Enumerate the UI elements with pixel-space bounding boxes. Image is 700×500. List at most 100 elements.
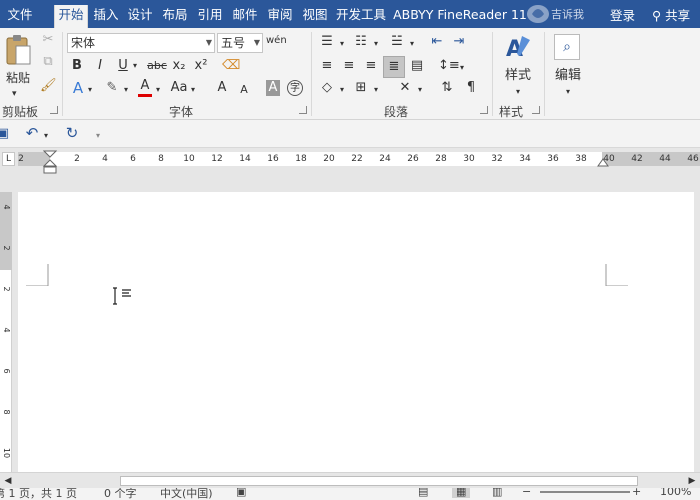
language-indicator[interactable]: 中文(中国) — [160, 488, 213, 500]
change-case-button[interactable]: Aa — [170, 80, 188, 96]
font-color-icon[interactable]: A — [138, 78, 152, 97]
scroll-left-icon[interactable]: ◀ — [2, 473, 14, 489]
share-button[interactable]: ⚲ 共享 — [652, 5, 690, 24]
zoom-level[interactable]: 100% — [660, 488, 691, 498]
document-page[interactable] — [18, 192, 694, 472]
scrollbar-thumb[interactable] — [120, 476, 638, 486]
zoom-in-icon[interactable]: + — [632, 488, 641, 498]
show-marks-icon[interactable]: ¶ — [462, 80, 480, 96]
chevron-down-icon[interactable]: ▾ — [42, 128, 50, 144]
line-spacing-icon[interactable]: ↕≡ — [438, 58, 460, 74]
borders-icon[interactable]: ⊞ — [352, 80, 370, 96]
chevron-down-icon[interactable]: ▾ — [458, 60, 466, 76]
styles-icon[interactable]: A — [504, 32, 532, 66]
macro-icon[interactable]: ▣ — [236, 488, 246, 498]
undo-icon[interactable]: ↶ — [24, 125, 40, 141]
right-indent-marker[interactable] — [597, 158, 609, 168]
shrink-font-button[interactable]: A — [238, 82, 250, 98]
divider — [62, 32, 63, 116]
sort-icon[interactable]: ⇅ — [438, 80, 456, 96]
zoom-out-icon[interactable]: − — [522, 488, 531, 498]
search-icon[interactable]: ⌕ — [554, 34, 580, 60]
tab-file[interactable]: 文件 — [4, 5, 36, 28]
enclose-character-button[interactable]: 字 — [287, 80, 303, 96]
justify-icon[interactable]: ≣ — [383, 56, 405, 78]
word-count[interactable]: 0 个字 — [104, 488, 137, 500]
chevron-down-icon[interactable]: ▾ — [154, 82, 162, 98]
font-launcher-icon[interactable] — [299, 106, 307, 114]
vertical-ruler[interactable]: 4224681012 — [0, 192, 12, 499]
italic-button[interactable]: I — [93, 58, 107, 74]
cut-icon[interactable]: ✂ — [40, 32, 56, 48]
phonetic-guide-icon[interactable]: wén — [266, 33, 287, 49]
distributed-icon[interactable]: ▤ — [408, 58, 426, 74]
format-painter-icon[interactable]: 🖌 — [40, 78, 57, 94]
tab-design[interactable]: 设计 — [124, 5, 156, 28]
multilevel-list-icon[interactable]: ☱ — [388, 34, 406, 50]
chevron-down-icon[interactable]: ▾ — [338, 36, 346, 52]
decrease-indent-icon[interactable]: ⇤ — [428, 34, 446, 50]
tab-insert[interactable]: 插入 — [90, 5, 122, 28]
clear-formatting-icon[interactable]: ⌫ — [222, 58, 240, 74]
tab-home[interactable]: 开始 — [54, 5, 88, 28]
scroll-right-icon[interactable]: ▶ — [686, 473, 698, 489]
highlight-icon[interactable]: ✎ — [104, 80, 120, 96]
character-shading-button[interactable]: A — [266, 80, 280, 96]
chevron-down-icon[interactable]: ▾ — [408, 36, 416, 52]
read-mode-icon[interactable]: ▤ — [418, 488, 428, 498]
print-layout-icon[interactable]: ▦ — [452, 488, 471, 498]
underline-button[interactable]: U — [116, 58, 130, 74]
web-layout-icon[interactable]: ▥ — [492, 488, 502, 498]
chevron-down-icon[interactable]: ▾ — [416, 82, 424, 98]
text-effects-icon[interactable]: A — [70, 80, 86, 96]
align-center-icon[interactable]: ≡ — [340, 58, 358, 74]
chevron-down-icon[interactable]: ▾ — [189, 82, 197, 98]
bold-button[interactable]: B — [70, 58, 84, 74]
align-right-icon[interactable]: ≡ — [362, 58, 380, 74]
chevron-down-icon[interactable]: ▾ — [514, 84, 522, 100]
superscript-button[interactable]: x² — [193, 58, 209, 74]
paragraph-launcher-icon[interactable] — [480, 106, 488, 114]
strikethrough-button[interactable]: abc — [146, 58, 168, 74]
numbering-icon[interactable]: ☷ — [352, 34, 370, 50]
shading-icon[interactable]: ◇ — [318, 80, 336, 96]
repeat-icon[interactable]: ↻ — [64, 125, 80, 141]
styles-launcher-icon[interactable] — [532, 106, 540, 114]
align-left-icon[interactable]: ≡ — [318, 58, 336, 74]
paste-button[interactable]: 粘贴 — [4, 70, 32, 86]
tab-references[interactable]: 引用 — [194, 5, 226, 28]
editing-button[interactable]: 编辑 — [552, 68, 584, 84]
tab-mailings[interactable]: 邮件 — [229, 5, 261, 28]
login-link[interactable]: 登录 — [610, 5, 635, 24]
chevron-down-icon[interactable]: ▾ — [564, 84, 572, 100]
tab-view[interactable]: 视图 — [299, 5, 331, 28]
bullets-icon[interactable]: ☰ — [318, 34, 336, 50]
horizontal-scrollbar[interactable]: ◀ ▶ — [0, 472, 700, 488]
chevron-down-icon[interactable]: ▾ — [122, 82, 130, 98]
indent-marker[interactable] — [43, 150, 57, 176]
styles-button[interactable]: 样式 — [502, 68, 534, 84]
font-name-combobox[interactable]: 宋体 ▼ — [67, 33, 215, 53]
tab-abbyy[interactable]: ABBYY FineReader 11 — [392, 5, 528, 28]
tab-review[interactable]: 审阅 — [264, 5, 296, 28]
chinese-layout-icon[interactable]: ✕ — [396, 80, 414, 96]
chevron-down-icon[interactable]: ▾ — [372, 82, 380, 98]
font-size-combobox[interactable]: 五号 ▼ — [217, 33, 263, 53]
paste-icon[interactable] — [4, 32, 32, 68]
clipboard-launcher-icon[interactable] — [50, 106, 58, 114]
chevron-down-icon[interactable]: ▾ — [86, 82, 94, 98]
tab-developer[interactable]: 开发工具 — [333, 5, 389, 28]
copy-icon[interactable]: ⧉ — [40, 54, 56, 70]
grow-font-button[interactable]: A — [216, 80, 228, 96]
chevron-down-icon[interactable]: ▾ — [338, 82, 346, 98]
paste-dropdown-icon[interactable]: ▾ — [12, 86, 17, 102]
save-icon[interactable]: ▣ — [0, 126, 10, 142]
zoom-slider[interactable] — [540, 491, 630, 493]
customize-qat-icon[interactable]: ▾ — [94, 128, 102, 144]
chevron-down-icon[interactable]: ▾ — [131, 58, 139, 74]
tab-layout[interactable]: 布局 — [159, 5, 191, 28]
chevron-down-icon[interactable]: ▾ — [372, 36, 380, 52]
page-count[interactable]: 第 1 页，共 1 页 — [0, 488, 77, 500]
increase-indent-icon[interactable]: ⇥ — [450, 34, 468, 50]
subscript-button[interactable]: x₂ — [171, 58, 187, 74]
